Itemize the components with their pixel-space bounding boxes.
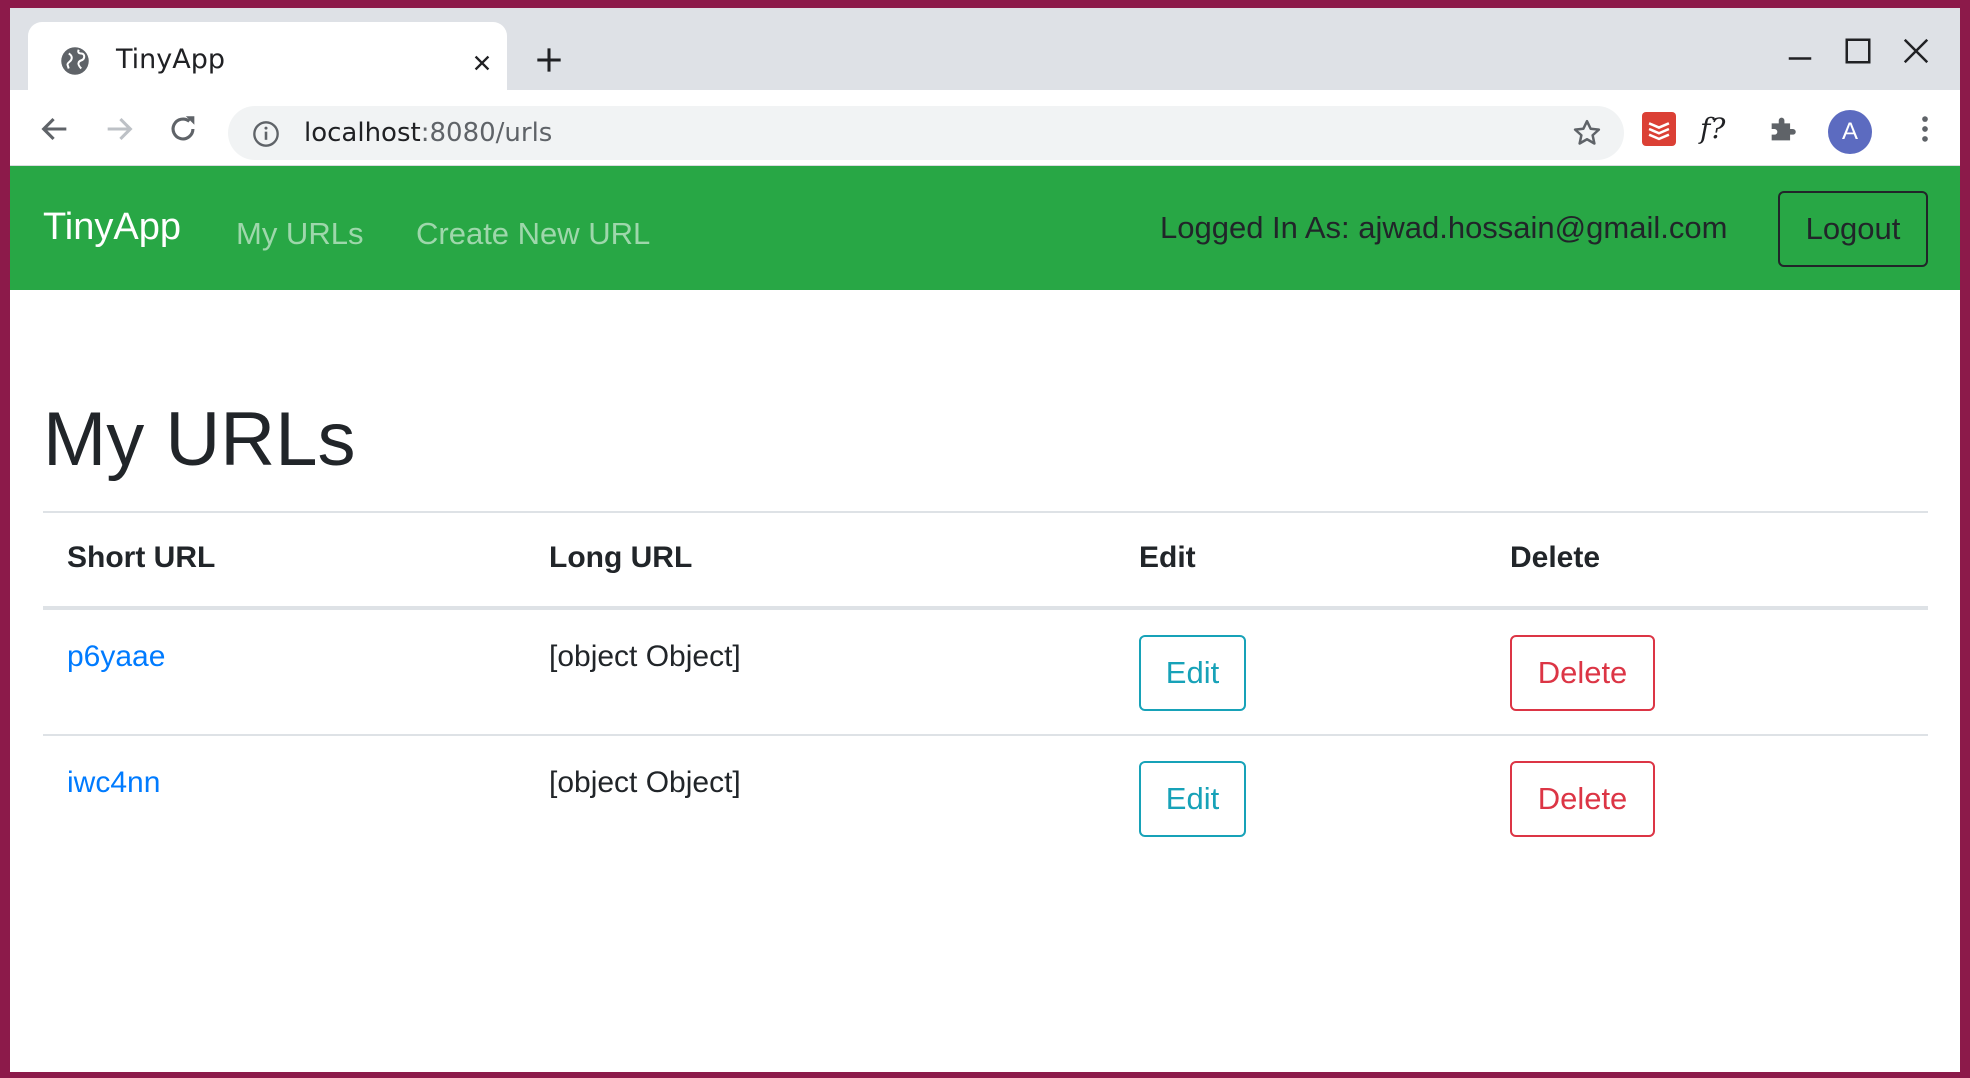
column-header-long-url: Long URL [549,541,693,574]
delete-button[interactable]: Delete [1510,761,1655,837]
logged-in-text: Logged In As: ajwad.hossain@gmail.com [1160,210,1728,245]
back-arrow-icon[interactable] [38,112,72,146]
column-header-short-url: Short URL [67,541,216,574]
font-finder-extension-icon[interactable]: f? [1700,112,1740,146]
logout-button[interactable]: Logout [1778,191,1928,267]
brand-link[interactable]: TinyApp [43,206,181,249]
new-tab-icon[interactable] [535,46,563,74]
todoist-extension-icon[interactable] [1642,112,1676,146]
close-tab-icon[interactable] [471,52,493,74]
tab-strip: TinyApp [10,8,1960,90]
page-title: My URLs [43,397,356,482]
browser-toolbar: localhost:8080/urls f? A [10,90,1960,166]
nav-link-create-new-url[interactable]: Create New URL [416,216,650,252]
long-url-text: [object Object] [549,766,741,799]
profile-avatar[interactable]: A [1828,110,1872,154]
column-header-edit: Edit [1139,541,1196,574]
menu-kebab-icon[interactable] [1908,112,1942,146]
forward-arrow-icon[interactable] [102,112,136,146]
tab-title: TinyApp [116,44,226,75]
delete-button[interactable]: Delete [1510,635,1655,711]
reload-icon[interactable] [166,112,200,146]
edit-button[interactable]: Edit [1139,635,1246,711]
nav-link-my-urls[interactable]: My URLs [236,216,363,252]
globe-icon [61,47,89,75]
long-url-text: [object Object] [549,640,741,673]
extensions-puzzle-icon[interactable] [1766,112,1800,146]
short-url-link[interactable]: iwc4nn [67,766,160,800]
browser-tab[interactable]: TinyApp [28,22,507,90]
url-host: localhost [304,118,421,148]
table-divider [43,511,1928,513]
table-row: p6yaae [object Object] Edit Delete [43,610,1928,736]
url-text[interactable]: localhost:8080/urls [304,118,552,148]
url-path: :8080/urls [420,118,553,148]
info-icon[interactable] [252,120,280,148]
close-window-icon[interactable] [1901,36,1931,66]
app-navbar: TinyApp My URLs Create New URL Logged In… [10,166,1960,290]
minimize-icon[interactable] [1785,36,1815,66]
bookmark-star-icon[interactable] [1572,118,1602,148]
short-url-link[interactable]: p6yaae [67,640,165,674]
browser-window: TinyApp localhost:8080/urls f? A TinyApp… [10,8,1960,1072]
column-header-delete: Delete [1510,541,1601,574]
address-bar[interactable]: localhost:8080/urls [228,106,1624,160]
page-content: TinyApp My URLs Create New URL Logged In… [10,166,1960,1072]
edit-button[interactable]: Edit [1139,761,1246,837]
maximize-icon[interactable] [1843,36,1873,66]
table-row: iwc4nn [object Object] Edit Delete [43,736,1928,862]
